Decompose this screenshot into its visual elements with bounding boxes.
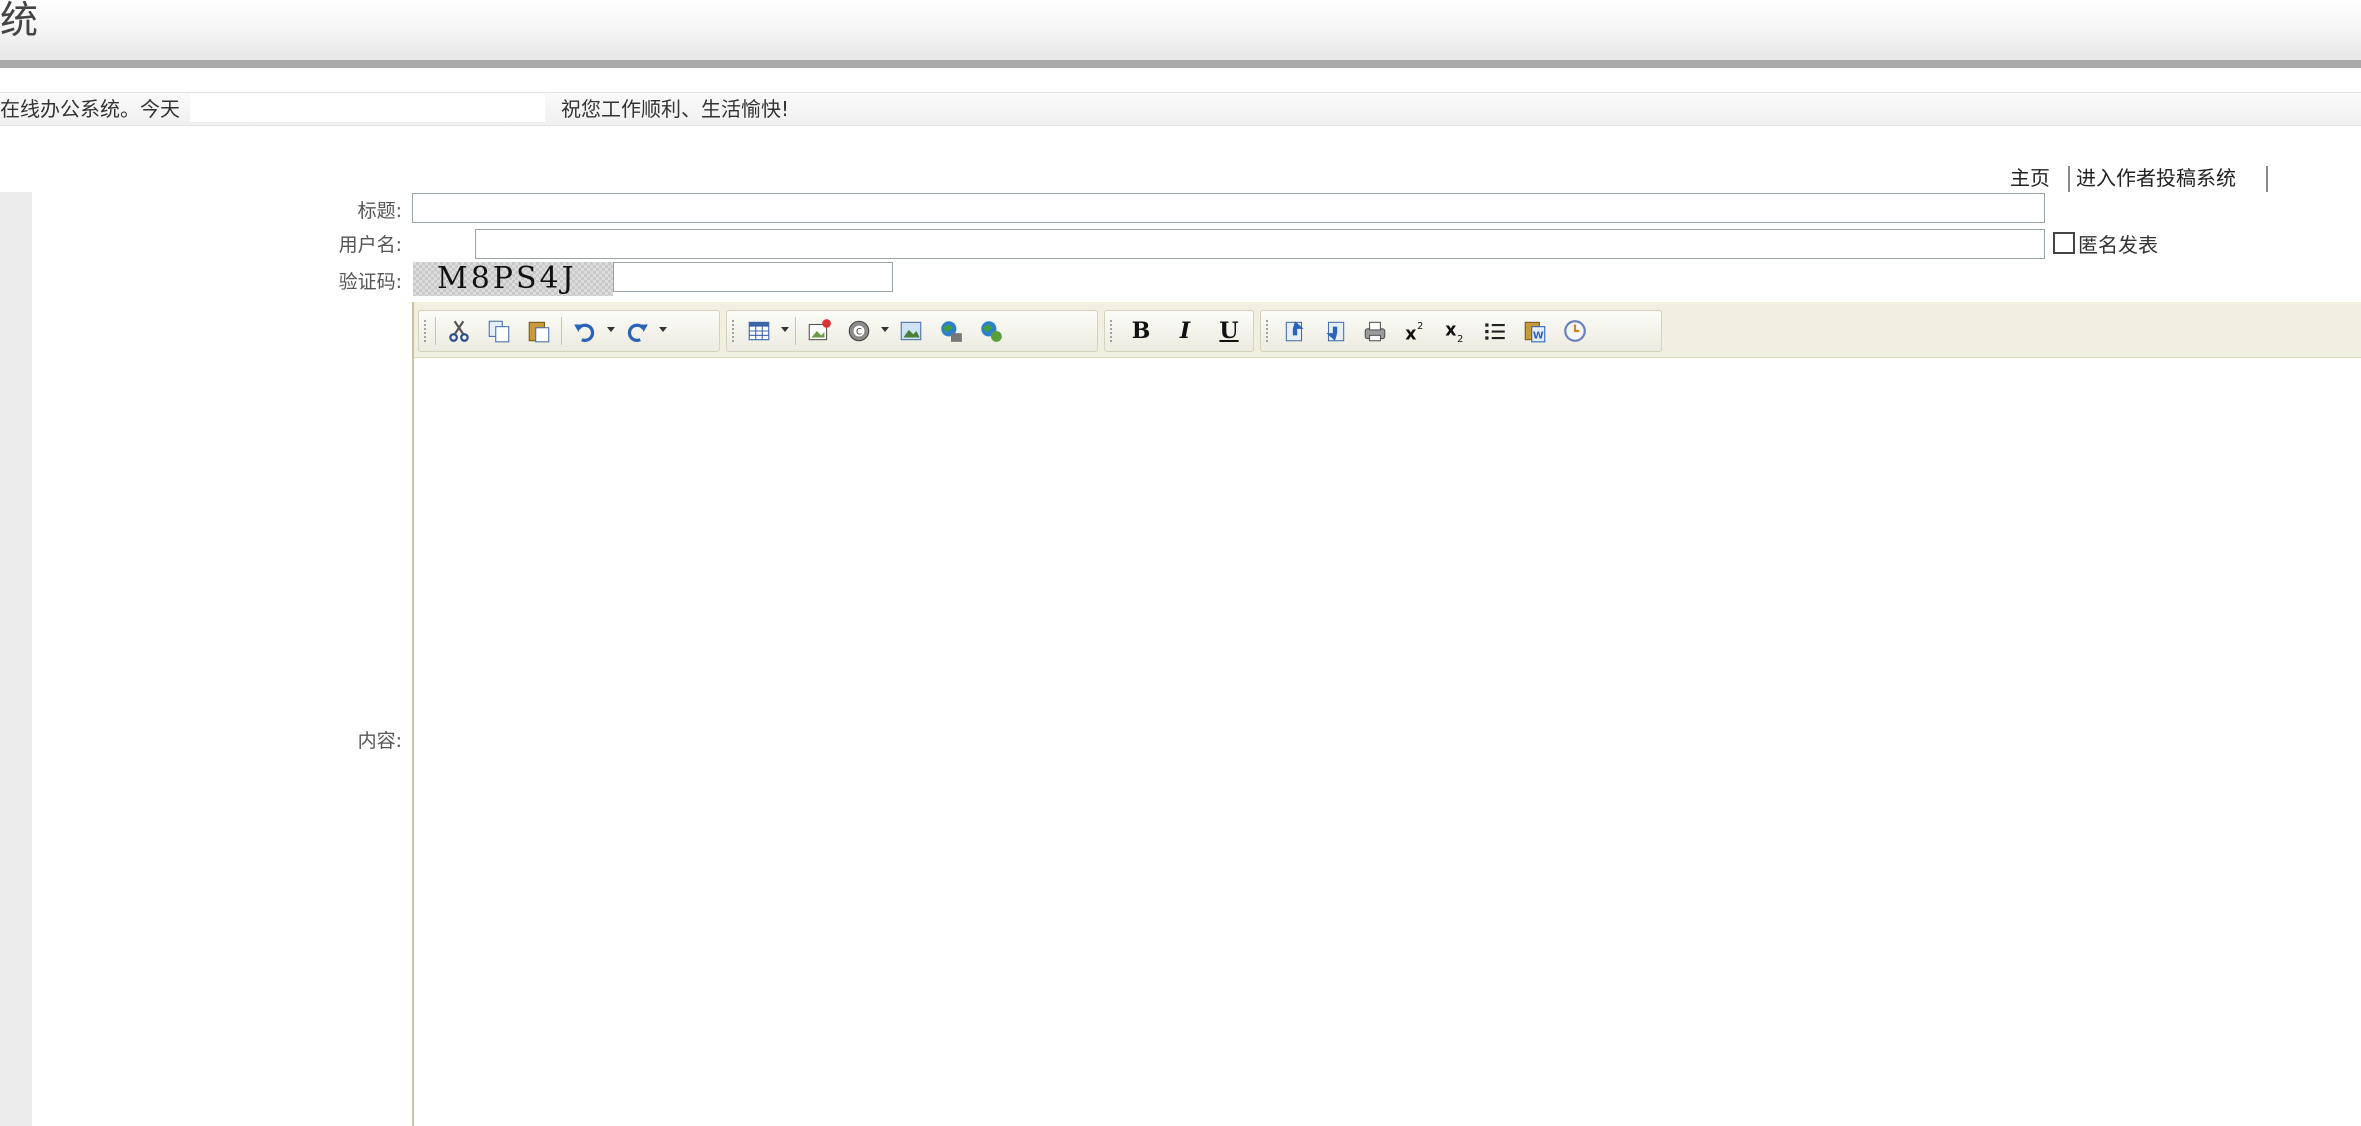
left-sidebar (0, 192, 32, 1126)
time-icon[interactable] (1559, 315, 1591, 347)
date-display (190, 94, 545, 122)
undo-icon[interactable] (569, 315, 601, 347)
flash-icon[interactable] (975, 315, 1007, 347)
svg-text:x: x (1445, 320, 1456, 340)
toolbar-separator (795, 317, 796, 345)
bold-icon[interactable]: B (1125, 315, 1157, 347)
svg-text:C: C (856, 327, 862, 337)
underline-icon[interactable]: U (1213, 315, 1245, 347)
wish-text: 祝您工作顺利、生活愉快! (561, 97, 790, 121)
nav-separator (2068, 166, 2070, 192)
svg-text:x: x (1405, 325, 1416, 344)
toolbar-grip (1109, 319, 1113, 343)
italic-icon[interactable]: I (1169, 315, 1201, 347)
captcha-input[interactable] (613, 262, 893, 292)
content-label: 内容: (357, 730, 402, 752)
svg-text:2: 2 (1417, 321, 1423, 332)
emoticon-icon[interactable]: C (843, 315, 875, 347)
toolbar-group-format: B I U (1104, 310, 1254, 352)
toolbar-grip (1265, 319, 1269, 343)
toolbar-grip (731, 319, 735, 343)
app-title: 统 (0, 0, 39, 42)
toolbar-group-insert: C (726, 310, 1098, 352)
username-label: 用户名: (338, 234, 402, 256)
image-icon[interactable] (895, 315, 927, 347)
welcome-text: 在线办公系统。今天 (0, 97, 180, 121)
nav-author-system-link[interactable]: 进入作者投稿系统 (2076, 162, 2236, 194)
nav-home-link[interactable]: 主页 (2010, 162, 2050, 194)
editor-content-area[interactable] (414, 358, 2361, 1126)
toolbar-separator (435, 317, 436, 345)
nav-separator (2266, 166, 2268, 192)
paste-icon[interactable] (523, 315, 555, 347)
anonymous-checkbox[interactable] (2053, 232, 2075, 254)
title-input[interactable] (412, 193, 2045, 223)
editor-toolbar: C B I U x 2 x 2 W (414, 302, 2361, 358)
svg-text:2: 2 (1457, 334, 1463, 344)
redo-dropdown-icon[interactable] (659, 327, 667, 332)
print-icon[interactable] (1359, 315, 1391, 347)
username-input[interactable] (475, 229, 2045, 259)
emoticon-dropdown-icon[interactable] (881, 327, 889, 332)
captcha-image: M8PS4J (413, 262, 613, 296)
toolbar-group-edit (418, 310, 720, 352)
subscript-icon[interactable]: x2 (1439, 315, 1471, 347)
header-divider (0, 60, 2361, 68)
table-dropdown-icon[interactable] (781, 327, 789, 332)
paste-word-icon[interactable]: W (1519, 315, 1551, 347)
toolbar-separator (561, 317, 562, 345)
top-nav: 主页 进入作者投稿系统 (0, 162, 2361, 194)
table-icon[interactable] (743, 315, 775, 347)
image-map-icon[interactable] (803, 315, 835, 347)
copy-icon[interactable] (483, 315, 515, 347)
rich-text-editor: C B I U x 2 x 2 W (412, 302, 2361, 1126)
media-icon[interactable] (935, 315, 967, 347)
redo-icon[interactable] (621, 315, 653, 347)
toolbar-grip (423, 319, 427, 343)
undo-dropdown-icon[interactable] (607, 327, 615, 332)
align-right-icon[interactable] (1319, 315, 1351, 347)
toolbar-group-tools: x2 x2 W (1260, 310, 1662, 352)
captcha-label: 验证码: (338, 271, 402, 293)
svg-text:W: W (1533, 331, 1544, 342)
cut-icon[interactable] (443, 315, 475, 347)
anonymous-label: 匿名发表 (2078, 233, 2158, 257)
title-label: 标题: (357, 200, 402, 222)
align-left-icon[interactable] (1279, 315, 1311, 347)
list-icon[interactable] (1479, 315, 1511, 347)
header-bar (0, 0, 2361, 60)
superscript-icon[interactable]: x2 (1399, 315, 1431, 347)
